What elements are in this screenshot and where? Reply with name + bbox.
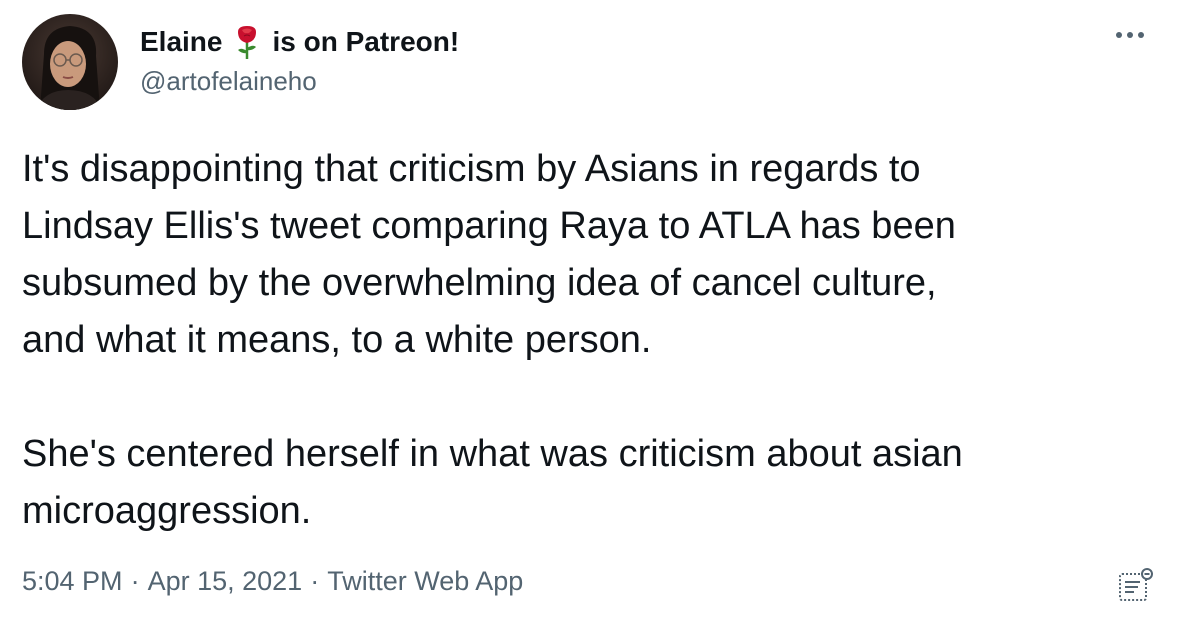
tweet-metadata: 5:04 PM · Apr 15, 2021 · Twitter Web App (22, 566, 523, 597)
tweet-card: Elaine is on Patreon! @artofelaineho It'… (0, 0, 1184, 636)
more-options-button[interactable] (1110, 20, 1150, 50)
tweet-header: Elaine is on Patreon! @artofelaineho (22, 14, 459, 110)
display-name-first[interactable]: Elaine (140, 26, 222, 58)
author-names: Elaine is on Patreon! @artofelaineho (140, 22, 459, 97)
more-options-icon (1116, 32, 1144, 38)
tweet-paragraph-1: It's disappointing that criticism by Asi… (22, 148, 956, 361)
tweet-paragraph-2: She's centered herself in what was criti… (22, 433, 963, 532)
display-name[interactable]: Elaine is on Patreon! (140, 22, 459, 62)
display-name-suffix[interactable]: is on Patreon! (272, 26, 459, 58)
tweet-date[interactable]: Apr 15, 2021 (148, 566, 303, 597)
author-handle[interactable]: @artofelaineho (140, 66, 459, 97)
meta-separator: · (310, 566, 320, 596)
tweet-text: It's disappointing that criticism by Asi… (22, 141, 1142, 540)
tweet-source[interactable]: Twitter Web App (327, 566, 523, 597)
tweet-time[interactable]: 5:04 PM (22, 566, 123, 597)
meta-separator: · (130, 566, 140, 596)
rose-icon (232, 24, 262, 60)
avatar[interactable] (22, 14, 118, 110)
analytics-icon[interactable] (1116, 566, 1156, 606)
